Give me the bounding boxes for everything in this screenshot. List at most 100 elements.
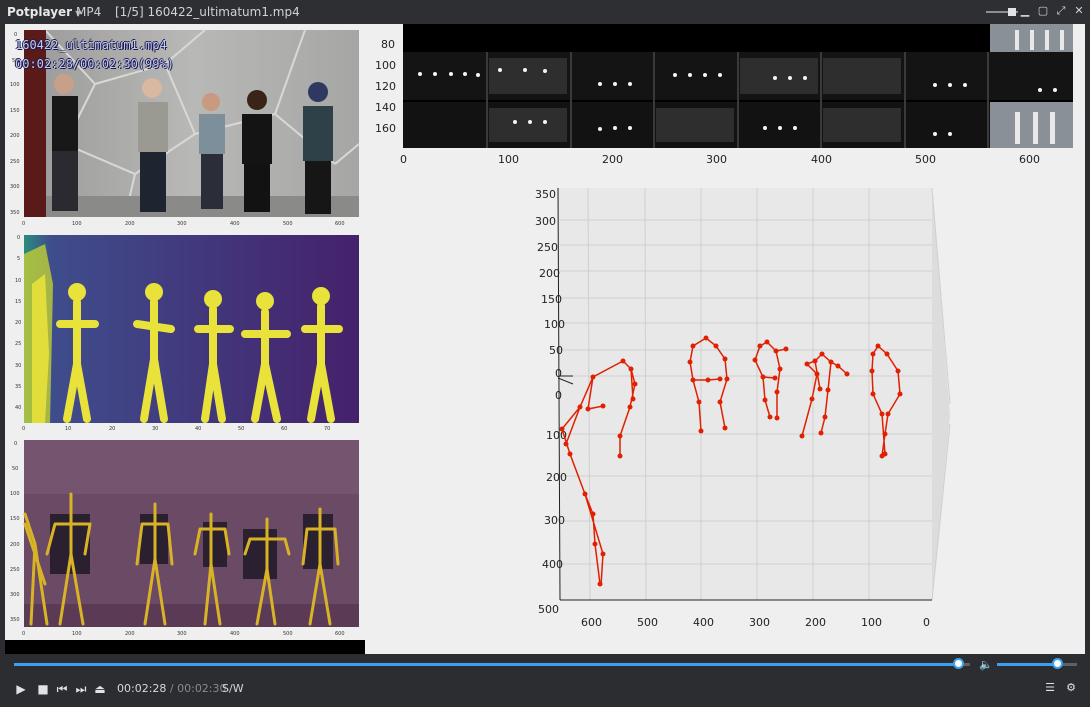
- format-label[interactable]: MP4: [76, 5, 101, 19]
- heat-xtick: 40: [195, 426, 201, 432]
- heat-ytick: 5: [17, 256, 20, 262]
- plot3d-xtick: 300: [749, 616, 770, 629]
- strip-xtick: 0: [400, 153, 407, 166]
- pose2d-ytick: 200: [10, 542, 20, 548]
- rgb-xtick: 400: [230, 221, 240, 227]
- overlay-filename: 160422_ultimatum1.mp4: [15, 38, 167, 52]
- plot3d-ytick-upper: 100: [544, 318, 565, 331]
- pose2d-xtick: 0: [22, 631, 25, 637]
- close-icon[interactable]: ✕: [1072, 3, 1086, 19]
- seek-bar[interactable]: [14, 658, 970, 669]
- rgb-xtick: 300: [177, 221, 187, 227]
- plot3d-xtick: 500: [637, 616, 658, 629]
- pose2d-ytick: 0: [14, 441, 17, 447]
- rgb-ytick: 350: [10, 210, 20, 216]
- heat-ytick: 25: [15, 341, 21, 347]
- plot3d-ytick-upper: 350: [535, 188, 556, 201]
- window-title: [1/5] 160422_ultimatum1.mp4: [115, 5, 300, 19]
- heat-xtick: 60: [281, 426, 287, 432]
- next-icon[interactable]: ⏭: [73, 681, 89, 697]
- app-name: Potplayer: [7, 5, 73, 19]
- strip-xtick: 200: [602, 153, 623, 166]
- opacity-slider[interactable]: [986, 8, 1018, 16]
- pose2d-xtick: 200: [125, 631, 135, 637]
- pose2d-xtick: 400: [230, 631, 240, 637]
- eject-icon[interactable]: ⏏: [92, 681, 108, 697]
- pose2d-ytick: 300: [10, 592, 20, 598]
- pose2d-xtick: 600: [335, 631, 345, 637]
- decoder-mode[interactable]: S/W: [222, 682, 244, 695]
- plot3d-ytick-lower: 400: [542, 558, 563, 571]
- stop-icon[interactable]: ■: [35, 681, 51, 697]
- heat-xtick: 0: [22, 426, 25, 432]
- rgb-xtick: 200: [125, 221, 135, 227]
- heat-ytick: 30: [15, 363, 21, 369]
- rgb-ytick: 300: [10, 184, 20, 190]
- volume-icon[interactable]: 🔈: [979, 658, 993, 671]
- seek-bar-fill: [14, 663, 958, 666]
- control-bar: 🔈 ▶ ■ ⏮ ⏭ ⏏ 00:02:28 / 00:02:30 S/W ☰ ⚙: [0, 654, 1090, 707]
- heat-xtick: 10: [65, 426, 71, 432]
- plot3d-pane-back: [558, 188, 932, 600]
- pose2d-ytick: 50: [12, 466, 18, 472]
- heat-ytick: 20: [15, 320, 21, 326]
- play-icon[interactable]: ▶: [13, 681, 29, 697]
- heat-xtick: 50: [238, 426, 244, 432]
- total-time: 00:02:30: [177, 682, 227, 695]
- rgb-ytick: 200: [10, 133, 20, 139]
- heat-ytick: 10: [15, 278, 21, 284]
- strip-ytick: 120: [375, 80, 396, 93]
- rgb-xtick: 100: [72, 221, 82, 227]
- video-frame[interactable]: 0 50 100 150 200 250 300 350 0 100 200 3…: [5, 24, 1085, 654]
- heat-xtick: 20: [109, 426, 115, 432]
- heat-xtick: 30: [152, 426, 158, 432]
- strip-ytick: 100: [375, 59, 396, 72]
- plot3d-ytick-upper: 250: [537, 241, 558, 254]
- pose2d-xtick: 300: [177, 631, 187, 637]
- pose2d-xtick: 100: [72, 631, 82, 637]
- plot3d-ytick-lower: 0: [555, 389, 562, 402]
- rgb-frame-panel: 0 50 100 150 200 250 300 350 0 100 200 3…: [5, 24, 365, 228]
- plot3d-panel: 350 300 250 200 150 100 50 0 0 100 200 3…: [535, 187, 951, 629]
- strip-ytick: 80: [381, 38, 395, 51]
- plot3d-ytick-upper: 50: [549, 344, 563, 357]
- strip-xtick: 600: [1019, 153, 1040, 166]
- strip-ytick: 140: [375, 101, 396, 114]
- playlist-icon[interactable]: ☰: [1043, 681, 1057, 695]
- pose2d-ytick: 250: [10, 567, 20, 573]
- volume-slider[interactable]: [997, 658, 1077, 669]
- seek-bar-knob[interactable]: [952, 658, 964, 669]
- fullscreen-icon[interactable]: ⤢: [1054, 3, 1068, 19]
- heat-ytick: 35: [15, 384, 21, 390]
- opacity-slider-knob[interactable]: [1008, 8, 1016, 16]
- rgb-xtick: 0: [22, 221, 25, 227]
- settings-icon[interactable]: ⚙: [1064, 681, 1078, 695]
- heat-ytick: 0: [17, 235, 20, 241]
- heat-xtick: 70: [324, 426, 330, 432]
- plot3d-ytick-upper: 0: [555, 367, 562, 380]
- feature-strip-panel: 80 80 100 120 140 160 0 100 200 300 400 …: [375, 24, 1073, 166]
- volume-slider-knob[interactable]: [1052, 658, 1063, 669]
- video-canvas: 0 50 100 150 200 250 300 350 0 100 200 3…: [5, 24, 1073, 654]
- plot3d-pane-side: [932, 188, 950, 600]
- app-menu-button[interactable]: Potplayer ▼: [7, 5, 81, 19]
- strip-ytick: 80: [379, 24, 393, 25]
- plot3d-ytick-upper: 200: [539, 267, 560, 280]
- current-time: 00:02:28: [117, 682, 167, 695]
- strip-xtick: 100: [498, 153, 519, 166]
- minimize-icon[interactable]: ▁: [1018, 3, 1032, 19]
- plot3d-xtick: 0: [923, 616, 930, 629]
- pose2d-panel: 0 50 100 150 200 250 300 350 0 100 200 3…: [10, 440, 359, 637]
- maximize-icon[interactable]: ▢: [1036, 3, 1050, 19]
- rgb-xtick: 600: [335, 221, 345, 227]
- rgb-xtick: 500: [283, 221, 293, 227]
- time-display: 00:02:28 / 00:02:30: [117, 682, 227, 695]
- plot3d-ytick-lower: 200: [546, 471, 567, 484]
- pose2d-ytick: 100: [10, 491, 20, 497]
- time-separator: /: [166, 682, 178, 695]
- title-bar: Potplayer ▼ MP4 [1/5] 160422_ultimatum1.m…: [0, 0, 1090, 24]
- overlay-timecode: 00:02:28/00:02:30(99%): [15, 57, 174, 71]
- heat-ytick: 40: [15, 405, 21, 411]
- plot3d-ytick-lower: 300: [544, 514, 565, 527]
- previous-icon[interactable]: ⏮: [54, 681, 70, 697]
